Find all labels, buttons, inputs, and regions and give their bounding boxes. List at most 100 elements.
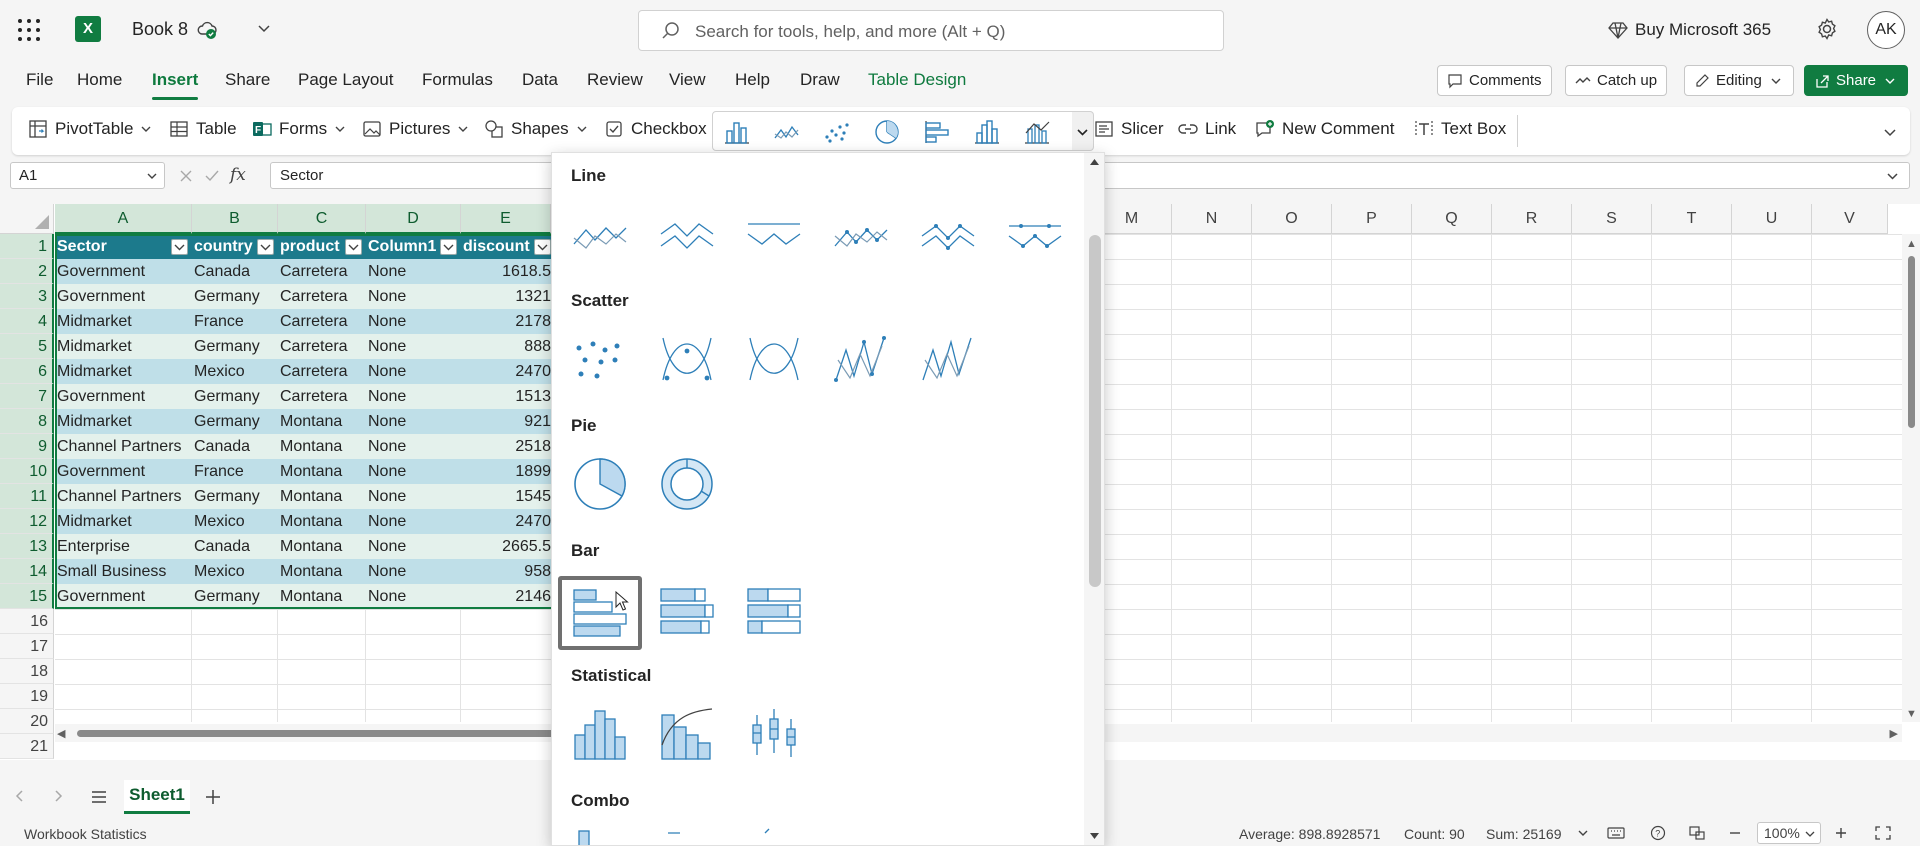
- pictures-button[interactable]: Pictures: [362, 119, 469, 139]
- table-cell[interactable]: Small Business: [55, 559, 192, 584]
- doughnut-option[interactable]: [649, 448, 725, 520]
- workbook-name[interactable]: Book 8: [132, 19, 188, 40]
- table-cell[interactable]: Montana: [278, 559, 366, 584]
- row-header-3[interactable]: 3: [0, 284, 54, 309]
- row-header-9[interactable]: 9: [0, 434, 54, 459]
- pareto-option[interactable]: [649, 698, 725, 770]
- column-header-c[interactable]: C: [278, 204, 366, 234]
- table-cell[interactable]: Government: [55, 384, 192, 409]
- scroll-down-arrow-icon[interactable]: [1089, 832, 1100, 841]
- filter-dropdown-icon[interactable]: [171, 239, 188, 255]
- horizontal-scroll-thumb[interactable]: [77, 730, 557, 737]
- pivottable-button[interactable]: PivotTable: [28, 119, 152, 139]
- table-cell[interactable]: Carretera: [278, 384, 366, 409]
- row-header-14[interactable]: 14: [0, 559, 54, 584]
- table-cell[interactable]: 1545: [461, 484, 555, 509]
- workbook-statistics-link[interactable]: Workbook Statistics: [24, 826, 147, 842]
- column-header-s[interactable]: S: [1572, 204, 1652, 234]
- vertical-scrollbar[interactable]: ▲ ▼: [1902, 234, 1920, 722]
- combo-clustered-line-option[interactable]: [562, 823, 638, 845]
- table-cell[interactable]: 1899: [461, 459, 555, 484]
- add-sheet-icon[interactable]: [203, 787, 223, 807]
- stacked-line-markers-option[interactable]: [910, 199, 986, 271]
- column-header-t[interactable]: T: [1652, 204, 1732, 234]
- help-icon[interactable]: ?: [1649, 825, 1667, 841]
- column-header-d[interactable]: D: [366, 204, 461, 234]
- tab-review[interactable]: Review: [587, 70, 643, 90]
- dropdown-scroll-thumb[interactable]: [1089, 235, 1101, 587]
- table-cell[interactable]: Channel Partners: [55, 434, 192, 459]
- table-cell[interactable]: None: [366, 584, 461, 609]
- table-cell[interactable]: Germany: [192, 409, 278, 434]
- previous-sheet-icon[interactable]: [12, 788, 28, 804]
- excel-logo-icon[interactable]: X: [75, 16, 103, 42]
- table-cell[interactable]: Midmarket: [55, 509, 192, 534]
- settings-gear-icon[interactable]: [1815, 17, 1839, 41]
- table-cell[interactable]: France: [192, 459, 278, 484]
- table-cell[interactable]: Montana: [278, 584, 366, 609]
- table-cell[interactable]: Germany: [192, 284, 278, 309]
- select-all-corner[interactable]: [0, 204, 54, 234]
- table-cell[interactable]: 888: [461, 334, 555, 359]
- search-input[interactable]: Search for tools, help, and more (Alt + …: [638, 10, 1224, 51]
- row-header-6[interactable]: 6: [0, 359, 54, 384]
- row-header-4[interactable]: 4: [0, 309, 54, 334]
- stacked-bar-option[interactable]: [649, 576, 725, 648]
- table-cell[interactable]: None: [366, 559, 461, 584]
- slicer-button[interactable]: Slicer: [1094, 119, 1164, 139]
- row-header-7[interactable]: 7: [0, 384, 54, 409]
- table-cell[interactable]: Germany: [192, 584, 278, 609]
- clustered-bar-option[interactable]: [558, 576, 642, 650]
- tab-help[interactable]: Help: [735, 70, 770, 90]
- table-cell[interactable]: Montana: [278, 534, 366, 559]
- vertical-scroll-thumb[interactable]: [1908, 256, 1915, 428]
- row-header-5[interactable]: 5: [0, 334, 54, 359]
- table-cell[interactable]: 1618.5: [461, 259, 555, 284]
- scatter-straight-markers-option[interactable]: [823, 323, 899, 395]
- zoom-out-icon[interactable]: [1728, 825, 1742, 841]
- column-header-a[interactable]: A: [55, 204, 192, 234]
- combo-secondary-axis-option[interactable]: [649, 823, 725, 845]
- more-charts-button[interactable]: [1072, 111, 1094, 151]
- link-button[interactable]: Link: [1178, 119, 1236, 139]
- table-cell[interactable]: Montana: [278, 409, 366, 434]
- column-header-u[interactable]: U: [1732, 204, 1812, 234]
- pie-option[interactable]: [562, 448, 638, 520]
- table-cell[interactable]: Canada: [192, 434, 278, 459]
- table-cell[interactable]: None: [366, 409, 461, 434]
- row-header-10[interactable]: 10: [0, 459, 54, 484]
- column-header-p[interactable]: P: [1332, 204, 1412, 234]
- chevron-down-icon[interactable]: [256, 20, 272, 36]
- tab-table-design[interactable]: Table Design: [868, 70, 966, 90]
- percent-stacked-bar-option[interactable]: [736, 576, 812, 648]
- column-header-e[interactable]: E: [461, 204, 551, 234]
- histogram-icon[interactable]: [973, 119, 1001, 145]
- table-cell[interactable]: None: [366, 359, 461, 384]
- percent-stacked-line-markers-option[interactable]: [997, 199, 1073, 271]
- table-cell[interactable]: None: [366, 509, 461, 534]
- comments-button[interactable]: Comments: [1437, 65, 1552, 96]
- tab-share[interactable]: Share: [225, 70, 270, 90]
- table-cell[interactable]: Government: [55, 584, 192, 609]
- table-cell[interactable]: None: [366, 459, 461, 484]
- box-whisker-option[interactable]: [736, 698, 812, 770]
- table-cell[interactable]: Enterprise: [55, 534, 192, 559]
- column-header-r[interactable]: R: [1492, 204, 1572, 234]
- row-header-12[interactable]: 12: [0, 509, 54, 534]
- table-cell[interactable]: Montana: [278, 459, 366, 484]
- column-header-v[interactable]: V: [1812, 204, 1888, 234]
- table-cell[interactable]: None: [366, 534, 461, 559]
- scroll-down-arrow-icon[interactable]: ▼: [1906, 708, 1917, 720]
- table-cell[interactable]: Midmarket: [55, 359, 192, 384]
- column-header-b[interactable]: B: [192, 204, 278, 234]
- table-cell[interactable]: Montana: [278, 484, 366, 509]
- stacked-line-option[interactable]: [649, 199, 725, 271]
- table-cell[interactable]: None: [366, 309, 461, 334]
- table-cell[interactable]: None: [366, 434, 461, 459]
- row-header-15[interactable]: 15: [0, 584, 54, 609]
- shapes-button[interactable]: Shapes: [484, 119, 588, 139]
- next-sheet-icon[interactable]: [50, 788, 66, 804]
- scatter-chart-icon[interactable]: [823, 119, 851, 145]
- row-header-21[interactable]: 21: [0, 734, 54, 759]
- table-button[interactable]: Table: [169, 119, 237, 139]
